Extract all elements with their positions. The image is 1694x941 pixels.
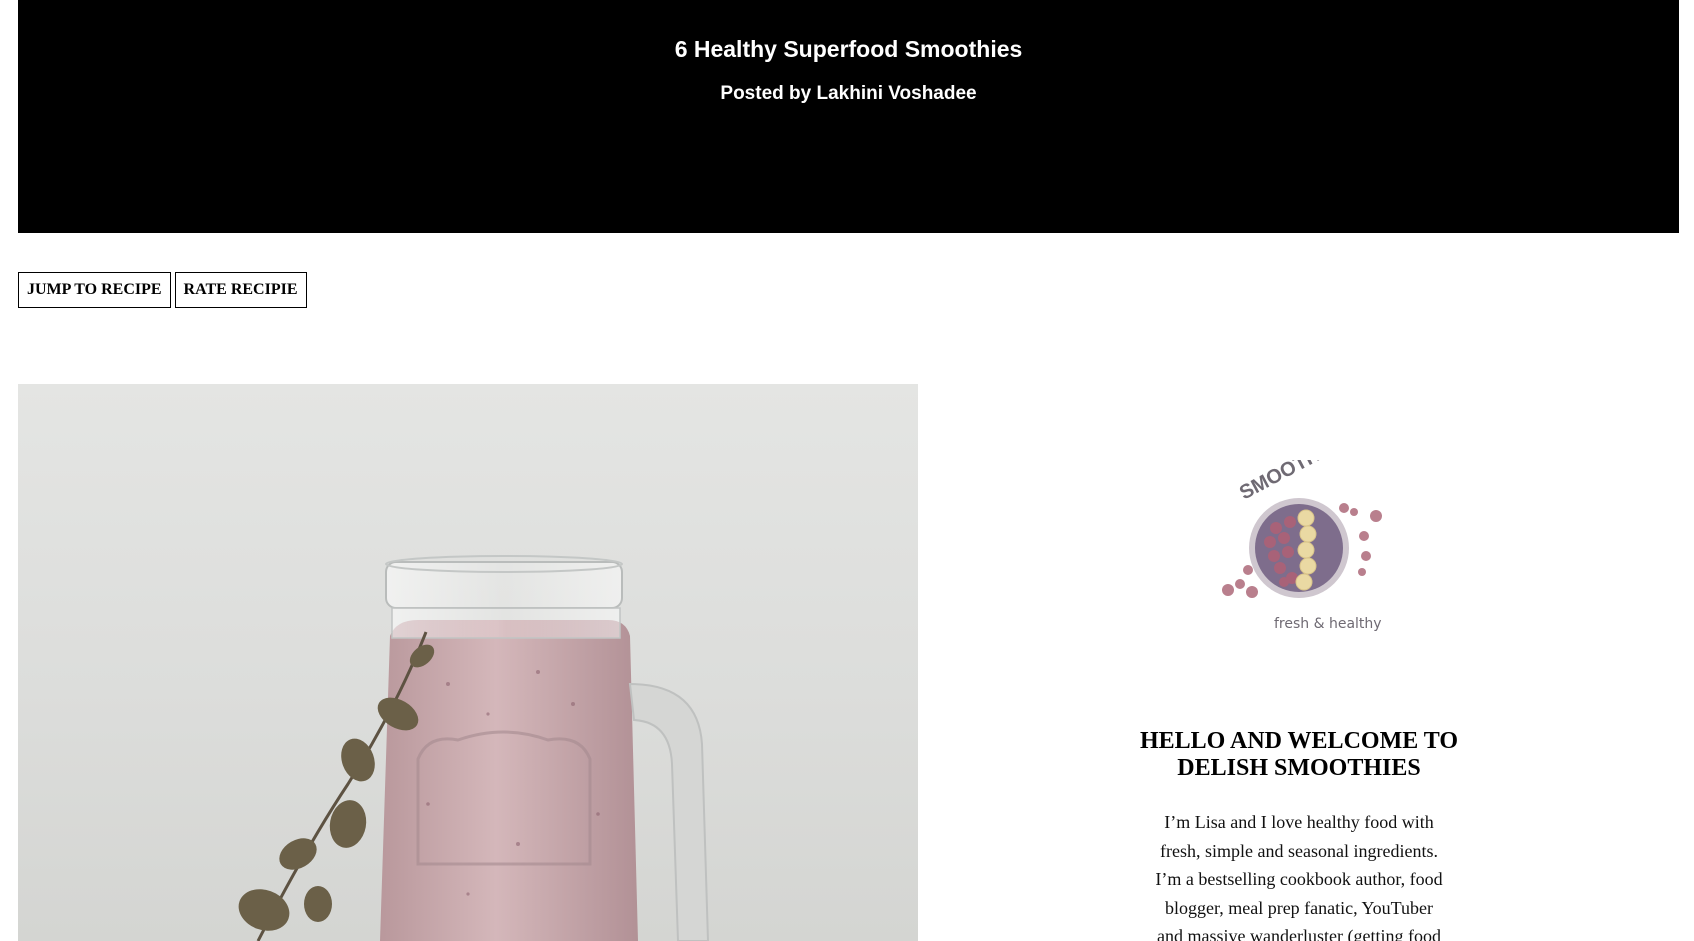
bio-line: fresh, simple and seasonal ingredients. (1160, 840, 1438, 861)
recipe-actions: JUMP TO RECIPE RATE RECIPIE (18, 272, 307, 308)
logo-wordmark: SMOOTHIE (1236, 460, 1341, 504)
post-byline: Posted by Lakhini Voshadee (720, 83, 977, 104)
smoothie-logo: SMOOTHIE fresh & healthy (1204, 435, 1394, 640)
logo-tagline: fresh & healthy (1274, 616, 1382, 632)
post-title: 6 Healthy Superfood Smoothies (674, 36, 1023, 62)
bio-line: I’m a bestselling cookbook author, food (1155, 869, 1443, 889)
rate-recipe-button[interactable]: RATE RECIPIE (174, 272, 307, 308)
welcome-line-2: DELISH SMOOTHIES (1177, 755, 1421, 781)
bio-line: blogger, meal prep fanatic, YouTuber (1164, 897, 1434, 918)
welcome-line-1: HELLO AND WELCOME TO (1139, 728, 1459, 754)
smoothie-bowl-icon: SMOOTHIE fresh & healthy (1222, 435, 1382, 632)
smoothie-photo (18, 384, 918, 941)
bio-line: and massive wanderluster (getting food (1157, 926, 1441, 941)
jump-to-recipe-button[interactable]: JUMP TO RECIPE (18, 272, 171, 308)
hero-banner: 6 Healthy Superfood Smoothies Posted by … (18, 0, 1679, 233)
welcome-heading: HELLO AND WELCOME TO DELISH SMOOTHIES (1099, 728, 1499, 782)
smoothie-jar-illustration (238, 555, 710, 941)
bio-line: I’m Lisa and I love healthy food with (1164, 812, 1434, 832)
author-bio: I’m Lisa and I love healthy food with fr… (1139, 808, 1459, 941)
